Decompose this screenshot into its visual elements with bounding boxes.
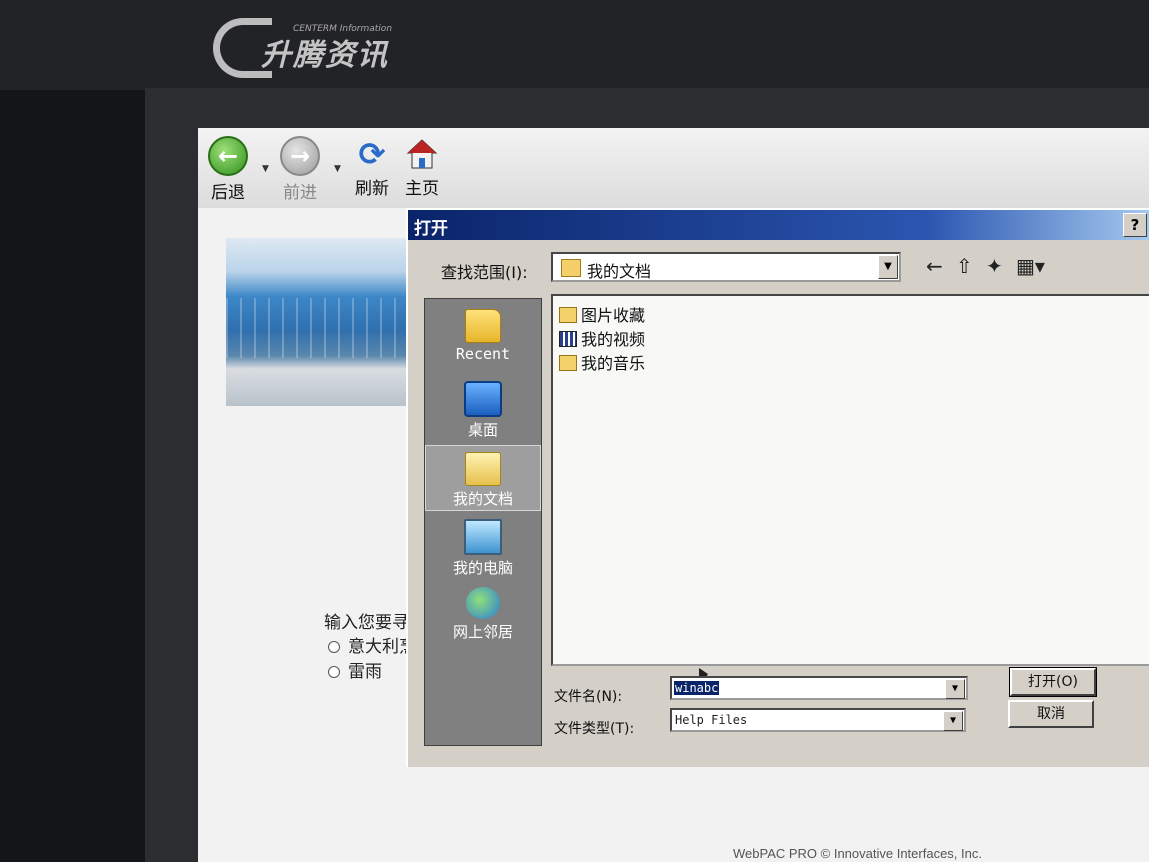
forward-arrow-icon: → [280, 136, 320, 176]
look-in-label: 查找范围(I): [441, 263, 528, 282]
look-in-value: 我的文档 [587, 262, 652, 281]
open-file-dialog: 打开 ? 查找范围(I): 我的文档 ▼ ← ⇧ ✦ ▦▾ Recent 桌面 … [406, 208, 1149, 767]
home-label: 主页 [405, 179, 439, 199]
filetype-value: Help Files [675, 713, 748, 727]
place-desktop-label: 桌面 [467, 421, 498, 439]
chevron-down-icon[interactable]: ▼ [945, 679, 965, 699]
place-my-computer-label: 我的电脑 [452, 559, 513, 577]
up-folder-icon[interactable]: ⇧ [956, 254, 973, 278]
open-button[interactable]: 打开(O) [1009, 667, 1097, 697]
back-dropdown-icon[interactable]: ▼ [262, 164, 269, 174]
back-folder-icon[interactable]: ← [926, 254, 943, 278]
home-button[interactable]: 主页 [404, 136, 440, 199]
radio-button-icon[interactable] [328, 641, 340, 653]
filetype-select[interactable]: Help Files ▼ [670, 708, 966, 732]
refresh-icon: ⟳ [358, 135, 386, 173]
dialog-titlebar[interactable]: 打开 ? [408, 210, 1149, 240]
place-my-computer[interactable]: 我的电脑 [425, 513, 541, 579]
list-item[interactable]: 我的视频 [559, 326, 645, 350]
network-places-icon [466, 587, 500, 619]
forward-label: 前进 [283, 183, 317, 203]
back-arrow-icon: ← [208, 136, 248, 176]
radio-option-2[interactable]: 雷雨 [328, 657, 382, 682]
monitor-bezel-top: CENTERM Information 升腾资讯 [0, 0, 1149, 95]
help-button[interactable]: ? [1123, 213, 1147, 237]
place-network-label: 网上邻居 [452, 623, 513, 641]
back-button[interactable]: ← 后退 ▼ [208, 136, 269, 203]
forward-dropdown-icon[interactable]: ▼ [334, 164, 341, 174]
place-my-documents-label: 我的文档 [452, 490, 513, 508]
dialog-title: 打开 [414, 219, 448, 239]
video-folder-icon [559, 331, 577, 347]
desktop-icon [464, 381, 502, 417]
home-icon [404, 136, 440, 172]
file-name: 图片收藏 [581, 306, 646, 325]
place-desktop[interactable]: 桌面 [425, 375, 541, 441]
brand-chinese: 升腾资讯 [261, 38, 389, 73]
filename-label: 文件名(N): [554, 689, 623, 705]
place-network[interactable]: 网上邻居 [425, 581, 541, 647]
list-item[interactable]: 我的音乐 [559, 350, 645, 374]
file-name: 我的音乐 [581, 354, 646, 373]
chevron-down-icon[interactable]: ▼ [878, 255, 898, 279]
building-banner-image [226, 238, 416, 406]
screen: ← 后退 ▼ → 前进 ▼ ⟳ 刷新 主页 输入您要寻 意大利烹 雷雨 WebP… [198, 128, 1149, 862]
refresh-button[interactable]: ⟳ 刷新 [354, 135, 390, 199]
page-footer: WebPAC PRO © Innovative Interfaces, Inc. [733, 846, 982, 861]
filename-field[interactable]: winabc ▼ [670, 676, 968, 700]
forward-button[interactable]: → 前进 ▼ [280, 136, 341, 203]
look-in-dropdown[interactable]: 我的文档 ▼ [551, 252, 901, 282]
new-folder-icon[interactable]: ✦ [986, 254, 1003, 278]
chevron-down-icon[interactable]: ▼ [943, 711, 963, 731]
place-my-documents[interactable]: 我的文档 [425, 445, 541, 511]
cancel-button[interactable]: 取消 [1008, 700, 1094, 728]
radio-option-2-label: 雷雨 [348, 662, 382, 682]
refresh-label: 刷新 [355, 179, 389, 199]
place-recent-label: Recent [455, 345, 511, 363]
recent-folder-icon [465, 309, 501, 343]
documents-folder-icon [561, 259, 581, 277]
radio-option-1[interactable]: 意大利烹 [328, 632, 416, 657]
search-prompt: 输入您要寻 [324, 613, 409, 633]
filetype-label: 文件类型(T): [554, 721, 635, 737]
browser-toolbar: ← 后退 ▼ → 前进 ▼ ⟳ 刷新 主页 [198, 128, 1149, 209]
my-computer-icon [464, 519, 502, 555]
places-bar: Recent 桌面 我的文档 我的电脑 网上邻居 [424, 298, 542, 746]
file-name: 我的视频 [581, 330, 646, 349]
view-menu-icon[interactable]: ▦▾ [1016, 254, 1045, 278]
picture-folder-icon [559, 307, 577, 323]
place-recent[interactable]: Recent [425, 303, 541, 369]
radio-button-icon[interactable] [328, 666, 340, 678]
my-documents-icon [465, 452, 501, 486]
list-item[interactable]: 图片收藏 [559, 302, 645, 326]
music-folder-icon [559, 355, 577, 371]
back-label: 后退 [211, 183, 245, 203]
filename-value: winabc [674, 681, 720, 695]
file-list[interactable]: 图片收藏 我的视频 我的音乐 [551, 294, 1149, 688]
